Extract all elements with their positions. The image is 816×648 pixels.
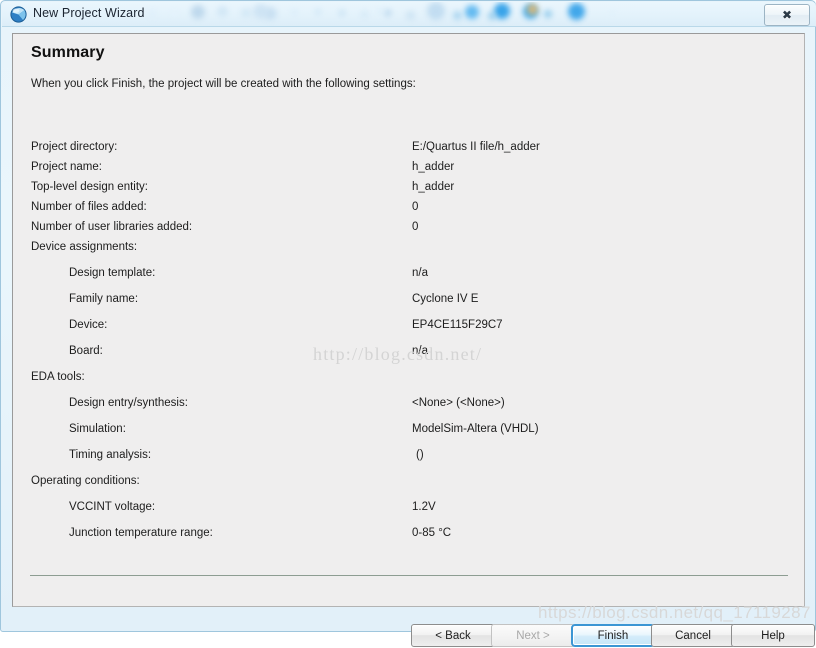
summary-row-value: 0 <box>412 201 419 213</box>
titlebar-divider <box>2 26 816 27</box>
summary-row-label: Device: <box>69 319 108 331</box>
summary-row: Design entry/synthesis: <None> (<None>) <box>13 397 806 413</box>
summary-row-value: n/a <box>412 267 428 279</box>
window-titlebar[interactable]: New Project Wizard ✖ <box>2 2 816 27</box>
summary-row: Operating conditions: <box>13 475 806 491</box>
summary-row: Top-level design entity: h_adder <box>13 181 806 197</box>
summary-row: Device assignments: <box>13 241 806 257</box>
wizard-content-panel: Summary When you click Finish, the proje… <box>12 33 815 647</box>
summary-row-value: EP4CE115F29C7 <box>412 319 503 331</box>
help-button[interactable]: Help <box>731 624 815 647</box>
summary-row-label: Simulation: <box>69 423 126 435</box>
summary-row-label: EDA tools: <box>31 371 85 383</box>
finish-button[interactable]: Finish <box>571 624 655 647</box>
summary-row-label: Project directory: <box>31 141 118 153</box>
summary-row-label: Design template: <box>69 267 156 279</box>
quartus-sphere-icon <box>10 6 27 23</box>
summary-row-value: E:/Quartus II file/h_adder <box>412 141 540 153</box>
summary-row: Number of user libraries added: 0 <box>13 221 806 237</box>
summary-row-label: Family name: <box>69 293 139 305</box>
summary-row: Number of files added: 0 <box>13 201 806 217</box>
cancel-button-label: Cancel <box>675 629 711 642</box>
summary-row: EDA tools: <box>13 371 806 387</box>
summary-row-label: Number of user libraries added: <box>31 221 193 233</box>
window-title: New Project Wizard <box>33 6 145 20</box>
summary-row-value: () <box>416 449 424 461</box>
summary-row-label: Top-level design entity: <box>31 181 148 193</box>
summary-row: Project directory: E:/Quartus II file/h_a… <box>13 141 806 157</box>
summary-row-value: <None> (<None>) <box>412 397 505 409</box>
summary-row-value: h_adder <box>412 181 455 193</box>
summary-row-value: n/a <box>412 345 428 357</box>
summary-row-label: Operating conditions: <box>31 475 140 487</box>
summary-row: Design template: n/a <box>13 267 806 283</box>
new-project-wizard-window: New Project Wizard ✖ Summary When you cl… <box>0 0 816 647</box>
summary-row-value: 0 <box>412 221 419 233</box>
summary-row-label: Device assignments: <box>31 241 138 253</box>
summary-row: Board: n/a <box>13 345 806 361</box>
summary-row-value: ModelSim-Altera (VHDL) <box>412 423 539 435</box>
finish-button-label: Finish <box>597 629 629 642</box>
back-button[interactable]: < Back <box>411 624 495 647</box>
help-button-label: Help <box>761 629 785 642</box>
summary-row: Junction temperature range: 0-85 °C <box>13 527 806 543</box>
wizard-button-bar: < Back Next > Finish Cancel Help <box>411 624 815 648</box>
summary-row-value: Cyclone IV E <box>412 293 479 305</box>
back-button-label: < Back <box>435 629 471 642</box>
next-button-label: Next > <box>516 629 550 642</box>
summary-row: Family name: Cyclone IV E <box>13 293 806 309</box>
footer-separator <box>30 575 788 576</box>
summary-row-label: Timing analysis: <box>69 449 152 461</box>
close-button[interactable]: ✖ <box>764 4 810 26</box>
next-button: Next > <box>491 624 575 647</box>
summary-row-label: Project name: <box>31 161 102 173</box>
summary-row-value: h_adder <box>412 161 455 173</box>
summary-row: Device: EP4CE115F29C7 <box>13 319 806 335</box>
summary-row: Timing analysis: () <box>13 449 806 465</box>
summary-row-label: Board: <box>69 345 103 357</box>
summary-row-label: VCCINT voltage: <box>69 501 156 513</box>
cancel-button[interactable]: Cancel <box>651 624 735 647</box>
summary-list: Project directory: E:/Quartus II file/h_a… <box>13 34 806 539</box>
summary-row: VCCINT voltage: 1.2V <box>13 501 806 517</box>
summary-row-label: Design entry/synthesis: <box>69 397 188 409</box>
summary-row-label: Junction temperature range: <box>69 527 213 539</box>
summary-row-value: 0-85 °C <box>412 527 452 539</box>
summary-row: Simulation: ModelSim-Altera (VHDL) <box>13 423 806 439</box>
summary-row: Project name: h_adder <box>13 161 806 177</box>
summary-row-label: Number of files added: <box>31 201 147 213</box>
summary-row-value: 1.2V <box>412 501 436 513</box>
close-icon: ✖ <box>781 8 793 22</box>
